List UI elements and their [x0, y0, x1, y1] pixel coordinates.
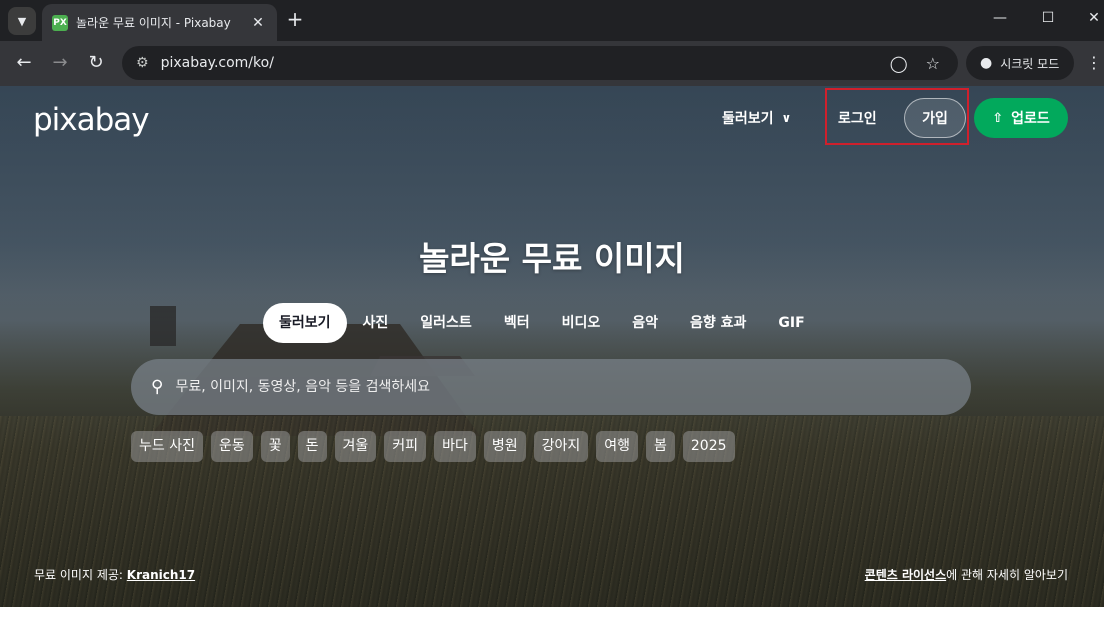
popular-tags: 누드 사진 운동 꽃 돈 겨울 커피 바다 병원 강아지 여행 봄 2025 — [131, 431, 743, 462]
tag-chip[interactable]: 겨울 — [334, 431, 377, 462]
tab-title: 놀라운 무료 이미지 - Pixabay — [76, 16, 231, 30]
license-suffix: 에 관해 자세히 알아보기 — [946, 568, 1068, 582]
tag-chip[interactable]: 2025 — [682, 431, 735, 462]
search-bar[interactable]: ⚲ — [131, 359, 971, 415]
category-tabs: 둘러보기 사진 일러스트 벡터 비디오 음악 음향 효과 GIF — [263, 303, 821, 343]
tag-chip[interactable]: 여행 — [596, 431, 638, 462]
incognito-badge[interactable]: ● 시크릿 모드 — [966, 46, 1074, 80]
pixabay-logo[interactable]: pixabay — [33, 102, 150, 138]
tab-vectors[interactable]: 벡터 — [488, 303, 546, 343]
maximize-icon[interactable]: ☐ — [1038, 10, 1058, 26]
explore-menu[interactable]: 둘러보기 ∨ — [722, 108, 791, 128]
tag-chip[interactable]: 병원 — [483, 431, 526, 462]
browser-tab[interactable]: PX 놀라운 무료 이미지 - Pixabay ✕ — [42, 4, 277, 41]
hero-title: 놀라운 무료 이미지 — [419, 239, 685, 278]
tag-chip[interactable]: 봄 — [646, 431, 675, 462]
eye-off-icon[interactable]: ◯ — [890, 54, 908, 73]
bookmark-star-icon[interactable]: ☆ — [926, 54, 940, 73]
pixabay-favicon-icon: PX — [52, 14, 68, 31]
upload-icon: ⇧ — [992, 110, 1004, 126]
tab-videos[interactable]: 비디오 — [546, 303, 617, 343]
image-credit: 무료 이미지 제공: Kranich17 — [34, 566, 195, 583]
tag-chip[interactable]: 강아지 — [533, 431, 589, 462]
license-link[interactable]: 콘텐츠 라이선스 — [865, 568, 946, 582]
tab-close-icon[interactable]: ✕ — [249, 15, 267, 31]
search-input[interactable] — [175, 379, 876, 395]
new-tab-button[interactable]: + — [284, 9, 306, 31]
tag-chip[interactable]: 돈 — [297, 431, 327, 462]
tab-gif[interactable]: GIF — [762, 303, 820, 343]
upload-label: 업로드 — [1011, 111, 1050, 127]
search-icon: ⚲ — [151, 377, 164, 397]
window-close-icon[interactable]: ✕ — [1084, 10, 1104, 26]
explore-label: 둘러보기 — [722, 111, 774, 127]
browser-titlebar: ▼ PX 놀라운 무료 이미지 - Pixabay ✕ + — ☐ ✕ — [0, 0, 1104, 41]
site-info-icon[interactable]: ⚙ — [136, 55, 149, 71]
chevron-down-icon: ∨ — [781, 111, 792, 125]
forward-arrow-icon[interactable]: → — [49, 52, 71, 74]
reload-icon[interactable]: ↻ — [85, 52, 107, 74]
tag-chip[interactable]: 꽃 — [260, 431, 290, 462]
tag-chip[interactable]: 커피 — [384, 431, 427, 462]
tag-chip[interactable]: 바다 — [434, 431, 476, 462]
minimize-icon[interactable]: — — [990, 10, 1010, 26]
login-button[interactable]: 로그인 — [838, 108, 877, 128]
tab-photos[interactable]: 사진 — [347, 303, 405, 343]
url-text[interactable]: pixabay.com/ko/ — [161, 55, 890, 71]
address-bar[interactable]: ⚙ pixabay.com/ko/ ◯ ☆ — [122, 46, 958, 80]
tab-explore[interactable]: 둘러보기 — [263, 303, 347, 343]
credit-prefix: 무료 이미지 제공: — [34, 568, 127, 582]
page-hero: pixabay 둘러보기 ∨ 로그인 가입 ⇧ 업로드 놀라운 무료 이미지 둘… — [0, 86, 1104, 607]
chevron-down-icon: ▼ — [17, 14, 27, 28]
tag-chip[interactable]: 운동 — [210, 431, 253, 462]
page-bottom — [0, 607, 1104, 621]
upload-button[interactable]: ⇧ 업로드 — [974, 98, 1068, 138]
signup-button[interactable]: 가입 — [904, 98, 966, 138]
back-arrow-icon[interactable]: ← — [13, 52, 35, 74]
credit-author-link[interactable]: Kranich17 — [127, 568, 195, 582]
tab-search-button[interactable]: ▼ — [8, 7, 36, 35]
tab-music[interactable]: 음악 — [616, 303, 674, 343]
tag-chip[interactable]: 누드 사진 — [131, 431, 203, 462]
tab-sound-effects[interactable]: 음향 효과 — [674, 303, 762, 343]
tab-illustrations[interactable]: 일러스트 — [404, 303, 488, 343]
incognito-label: 시크릿 모드 — [1000, 56, 1060, 71]
more-menu-icon[interactable]: ⋮ — [1086, 53, 1102, 72]
license-info: 콘텐츠 라이선스에 관해 자세히 알아보기 — [865, 566, 1068, 583]
incognito-icon: ● — [980, 55, 993, 71]
browser-toolbar: ← → ↻ ⚙ pixabay.com/ko/ ◯ ☆ ● 시크릿 모드 ⋮ — [0, 41, 1104, 86]
